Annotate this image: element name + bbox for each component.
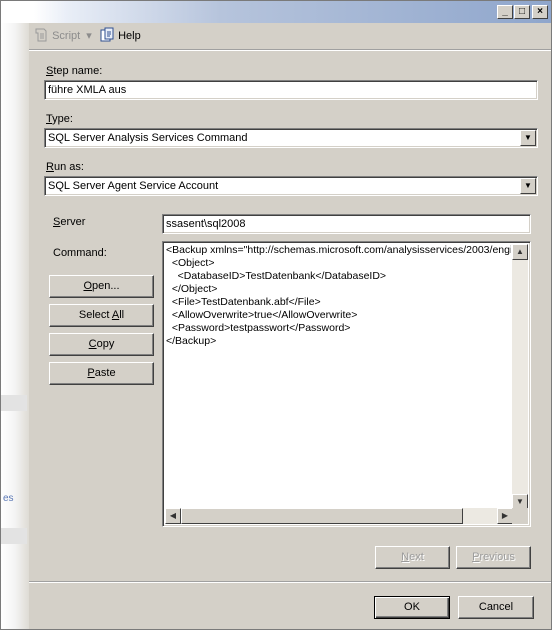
strip-highlight xyxy=(1,528,27,544)
select-all-button[interactable]: Select All xyxy=(49,304,154,327)
close-button[interactable]: × xyxy=(532,5,548,19)
script-label: Script xyxy=(52,30,81,42)
type-value: SQL Server Analysis Services Command xyxy=(48,132,248,144)
run-as-label: Run as: xyxy=(46,161,84,173)
left-panel-strip: es xyxy=(1,23,29,629)
footer-separator xyxy=(29,581,551,583)
server-field[interactable]: ssasent\sql2008 xyxy=(162,214,531,234)
scroll-right-icon[interactable]: ▶ xyxy=(497,508,513,524)
title-bar: _ □ × xyxy=(1,1,551,23)
command-textarea[interactable]: <Backup xmlns="http://schemas.microsoft.… xyxy=(162,241,531,527)
maximize-button[interactable]: □ xyxy=(514,5,530,19)
dropdown-arrow-icon[interactable]: ▼ xyxy=(520,130,536,146)
dropdown-arrow-icon[interactable]: ▾ xyxy=(86,30,92,42)
cancel-button[interactable]: Cancel xyxy=(458,596,534,619)
step-name-label: Step name: xyxy=(46,65,103,77)
command-text[interactable]: <Backup xmlns="http://schemas.microsoft.… xyxy=(166,244,511,510)
type-select[interactable]: SQL Server Analysis Services Command ▼ xyxy=(44,128,538,148)
next-button[interactable]: Next xyxy=(375,546,450,569)
help-icon xyxy=(100,27,114,42)
paste-button[interactable]: Paste xyxy=(49,362,154,385)
open-button[interactable]: Open... xyxy=(49,275,154,298)
server-label: Server xyxy=(53,216,86,228)
ok-button[interactable]: OK xyxy=(374,596,450,619)
scroll-left-icon[interactable]: ◀ xyxy=(165,508,181,524)
toolbar-separator xyxy=(29,49,551,51)
job-step-dialog: _ □ × es Script ▾ Help Step name: führe xyxy=(0,0,552,630)
minimize-button[interactable]: _ xyxy=(497,5,513,19)
command-label: Command: xyxy=(53,247,107,259)
dropdown-arrow-icon[interactable]: ▼ xyxy=(520,178,536,194)
previous-button[interactable]: Previous xyxy=(456,546,531,569)
script-icon xyxy=(35,28,47,42)
run-as-value: SQL Server Agent Service Account xyxy=(48,180,219,192)
help-button[interactable]: Help xyxy=(99,27,141,43)
type-label: Type: xyxy=(46,113,73,125)
strip-highlight xyxy=(1,395,27,411)
scrollbar-corner xyxy=(512,508,528,524)
step-name-field[interactable]: führe XMLA aus xyxy=(44,80,538,100)
help-label: Help xyxy=(118,30,141,42)
vertical-scrollbar[interactable]: ▲ ▼ xyxy=(512,244,528,510)
horizontal-scrollbar[interactable]: ◀ ▶ xyxy=(165,508,513,524)
run-as-select[interactable]: SQL Server Agent Service Account ▼ xyxy=(44,176,538,196)
horizontal-scroll-thumb[interactable] xyxy=(181,508,463,524)
scroll-up-icon[interactable]: ▲ xyxy=(512,244,528,260)
toolbar: Script ▾ Help xyxy=(29,23,551,47)
script-button[interactable]: Script ▾ xyxy=(33,27,92,43)
copy-button[interactable]: Copy xyxy=(49,333,154,356)
strip-link-text[interactable]: es xyxy=(3,493,14,504)
